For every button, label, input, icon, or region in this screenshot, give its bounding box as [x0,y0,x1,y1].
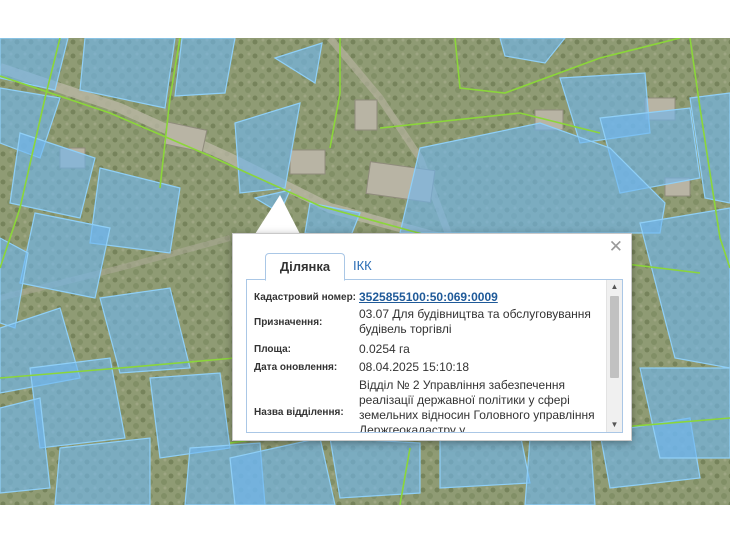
row-purpose: Призначення: 03.07 Для будівництва та об… [254,307,604,339]
updated-value: 08.04.2025 15:10:18 [359,360,470,374]
scrollbar-thumb[interactable] [610,296,619,378]
area-label: Площа: [254,344,291,355]
row-updated: Дата оновлення: 08.04.2025 15:10:18 [254,360,604,376]
department-label: Назва відділення: [254,407,344,418]
purpose-value: 03.07 Для будівництва та обслуговування … [359,307,591,336]
parcel-info-popup: ✕ Ділянка ІКК Кадастровий номер: 3525855… [232,233,632,441]
row-cadastral-number: Кадастровий номер: 3525855100:50:069:000… [254,290,604,306]
purpose-label: Призначення: [254,317,323,328]
scrollbar[interactable]: ▲ ▼ [606,280,622,432]
tab-parcel[interactable]: Ділянка [265,253,345,281]
row-area: Площа: 0.0254 га [254,342,604,358]
tab-ikk[interactable]: ІКК [343,253,382,279]
scroll-up-arrow-icon[interactable]: ▲ [607,280,622,294]
cadastral-number-label: Кадастровий номер: [254,292,357,303]
close-icon[interactable]: ✕ [609,238,623,256]
parcel-details-panel: Кадастровий номер: 3525855100:50:069:000… [246,279,623,433]
updated-label: Дата оновлення: [254,362,338,373]
scroll-down-arrow-icon[interactable]: ▼ [607,418,622,432]
department-value: Відділ № 2 Управління забезпечення реалі… [359,378,595,433]
cadastral-number-link[interactable]: 3525855100:50:069:0009 [359,290,498,304]
area-value: 0.0254 га [359,342,410,356]
row-department: Назва відділення: Відділ № 2 Управління … [254,378,604,433]
